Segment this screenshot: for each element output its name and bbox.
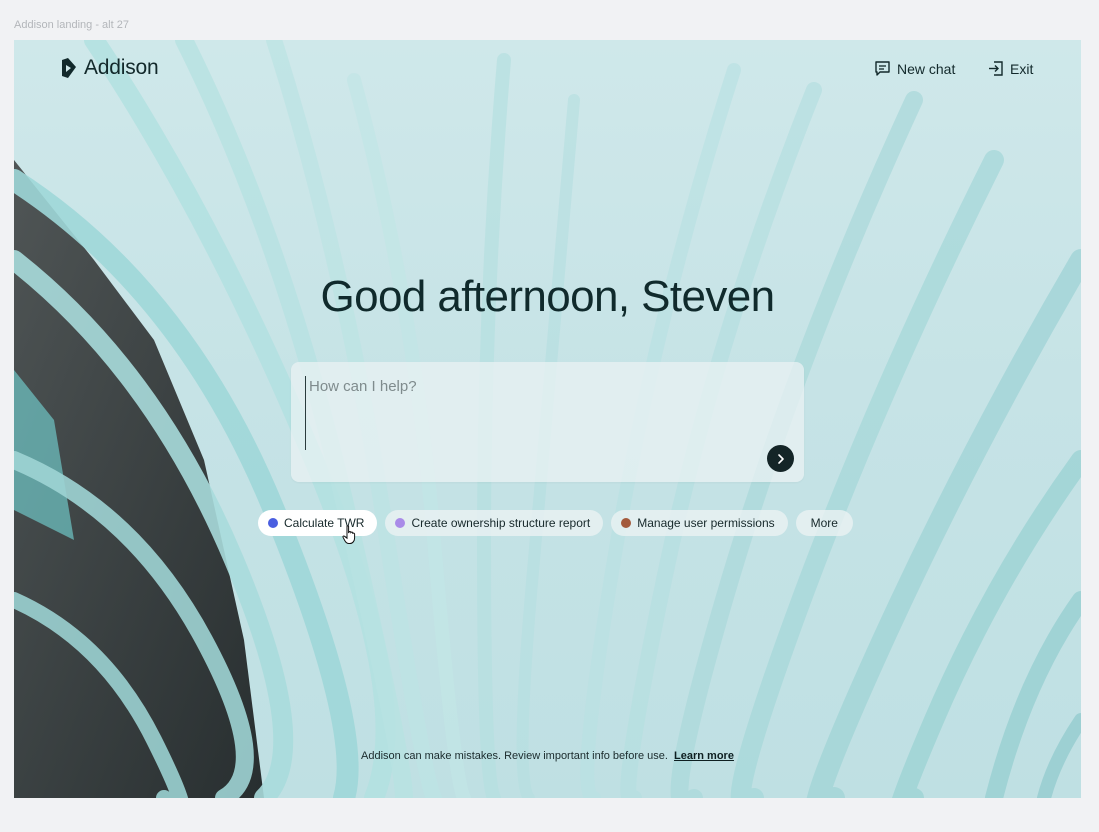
chip-dot: [268, 518, 278, 528]
learn-more-link[interactable]: Learn more: [674, 750, 734, 762]
greeting-heading: Good afternoon, Steven: [320, 272, 775, 321]
landing-stage: Addison New chat Exit Good afternoon, St…: [14, 40, 1081, 798]
prompt-input[interactable]: [305, 376, 781, 450]
chat-composer: [291, 362, 804, 482]
chip-dot: [395, 518, 406, 528]
frame-label: Addison landing - alt 27: [14, 19, 129, 31]
chip-label: Manage user permissions: [637, 516, 775, 530]
chip-dot: [621, 518, 632, 528]
top-bar: Addison New chat Exit: [14, 40, 1081, 96]
hand-pointer-icon: [342, 525, 356, 544]
suggestion-chip-ownership-report[interactable]: Create ownership structure report: [385, 510, 604, 536]
chat-bubble-icon: [875, 61, 890, 76]
chip-label: Create ownership structure report: [411, 516, 591, 530]
disclaimer-text: Addison can make mistakes. Review import…: [361, 750, 668, 762]
send-button[interactable]: [767, 445, 794, 472]
addison-logo-icon: [62, 58, 76, 78]
brand-name: Addison: [84, 56, 159, 79]
new-chat-button[interactable]: New chat: [874, 60, 955, 77]
exit-button[interactable]: Exit: [987, 60, 1033, 77]
new-chat-label: New chat: [897, 60, 956, 77]
suggestion-chip-calculate-twr[interactable]: Calculate TWR: [258, 510, 378, 536]
brand[interactable]: Addison: [60, 56, 159, 80]
disclaimer: Addison can make mistakes. Review import…: [14, 750, 1081, 762]
suggestion-chip-user-permissions[interactable]: Manage user permissions: [611, 510, 788, 536]
exit-icon: [989, 61, 1003, 76]
chip-label: More: [810, 516, 838, 530]
chevron-right-icon: [777, 453, 784, 464]
suggestion-chip-more[interactable]: More: [795, 510, 853, 536]
exit-label: Exit: [1010, 60, 1034, 77]
